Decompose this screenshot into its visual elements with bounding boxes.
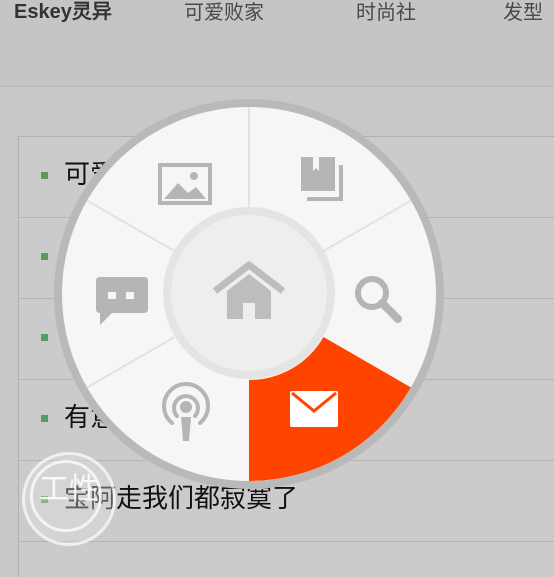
podcast-icon[interactable]	[158, 379, 214, 443]
nav-link-cute-shopping[interactable]: 可爱败家	[184, 0, 264, 24]
search-icon[interactable]	[352, 273, 402, 323]
book-icon[interactable]	[297, 155, 347, 203]
top-navigation: Eskey灵异 可爱败家 时尚社 发型	[0, 0, 554, 87]
nav-link-fashion[interactable]: 时尚社	[356, 0, 416, 24]
bullet-icon	[41, 415, 48, 422]
fab-label: 工性	[39, 472, 99, 507]
bullet-icon	[41, 172, 48, 179]
chat-icon[interactable]	[94, 275, 150, 327]
floating-action-button[interactable]: 工性	[22, 452, 116, 546]
nav-link-brand[interactable]: Eskey灵异	[14, 0, 112, 24]
home-icon	[212, 261, 286, 319]
home-button[interactable]	[171, 215, 327, 371]
mail-icon[interactable]	[288, 389, 340, 429]
radial-menu	[54, 99, 444, 489]
image-icon[interactable]	[158, 163, 212, 205]
bullet-icon	[41, 334, 48, 341]
radial-menu-ring	[62, 107, 436, 481]
nav-link-hairstyle[interactable]: 发型	[503, 0, 543, 24]
bullet-icon	[41, 253, 48, 260]
